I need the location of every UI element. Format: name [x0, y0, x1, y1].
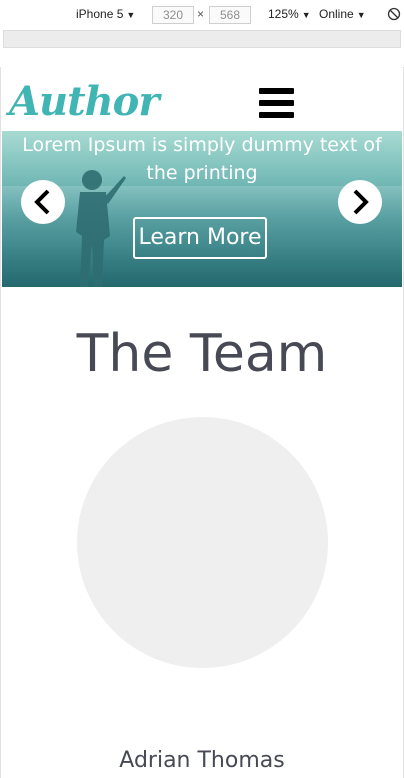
- hamburger-menu-icon[interactable]: [259, 88, 294, 118]
- width-input[interactable]: 320: [152, 6, 194, 24]
- site-logo[interactable]: Author: [9, 75, 159, 129]
- device-name: iPhone 5: [76, 7, 124, 21]
- hero-carousel: Lorem Ipsum is simply dummy text of the …: [2, 131, 402, 287]
- dimension-separator: ×: [197, 7, 205, 21]
- device-select[interactable]: iPhone 5 ▼: [76, 7, 135, 21]
- network-caret-icon: ▼: [356, 10, 366, 20]
- rotate-icon[interactable]: [387, 7, 401, 21]
- site-navbar: Author: [1, 67, 403, 131]
- team-section-title: The Team: [76, 324, 328, 384]
- device-caret-icon: ▼: [126, 10, 136, 20]
- hamburger-line: [259, 100, 294, 106]
- chevron-left-icon: [34, 189, 50, 215]
- hamburger-line: [259, 112, 294, 118]
- device-toolbar: iPhone 5 ▼ 320 × 568 125% ▼ Online ▼: [0, 0, 404, 29]
- team-member-name: Adrian Thomas: [119, 748, 285, 773]
- emulated-viewport: Author Lorem Ipsum is simply dummy text …: [0, 67, 404, 778]
- network-throttle-select[interactable]: Online ▼: [319, 7, 366, 21]
- zoom-caret-icon: ▼: [301, 10, 311, 20]
- carousel-prev-button[interactable]: [21, 180, 65, 224]
- learn-more-button[interactable]: Learn More: [133, 217, 267, 259]
- zoom-select[interactable]: 125% ▼: [268, 7, 311, 21]
- network-value: Online: [319, 7, 354, 21]
- height-input[interactable]: 568: [209, 6, 251, 24]
- carousel-next-button[interactable]: [338, 180, 382, 224]
- zoom-value: 125%: [268, 7, 299, 21]
- chevron-right-icon: [353, 189, 369, 215]
- carousel-caption: Lorem Ipsum is simply dummy text of the …: [22, 134, 382, 184]
- team-member-avatar: [77, 417, 328, 668]
- media-query-ruler[interactable]: [3, 30, 401, 48]
- hamburger-line: [259, 88, 294, 94]
